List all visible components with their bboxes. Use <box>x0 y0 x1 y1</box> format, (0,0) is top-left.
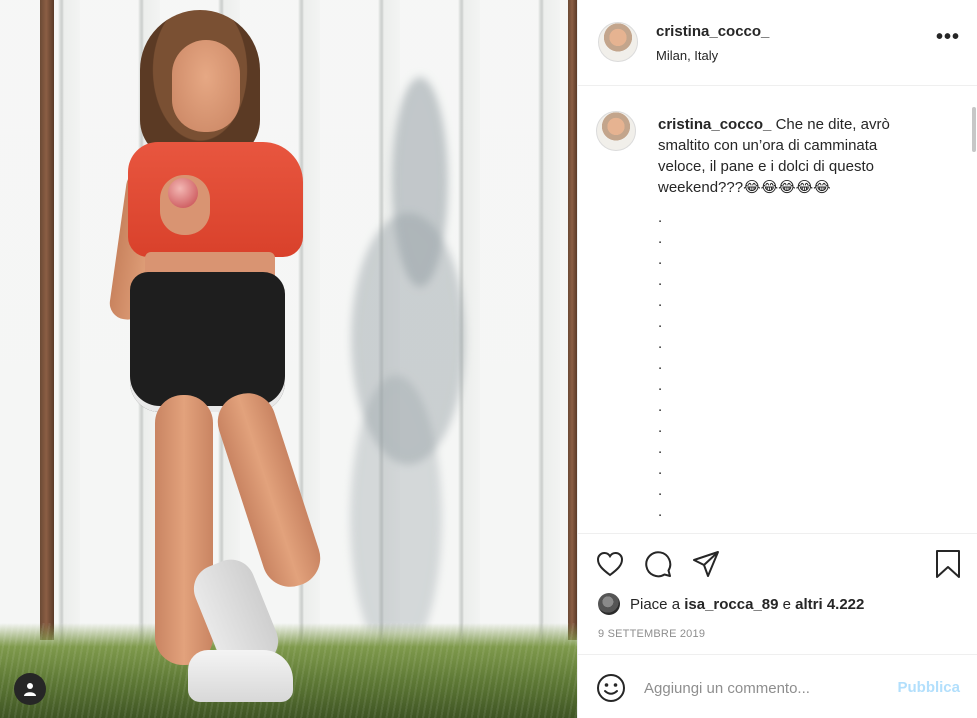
caption-username[interactable]: cristina_cocco_ <box>658 116 771 133</box>
caption-dot: . <box>658 440 663 457</box>
scrollbar[interactable] <box>972 87 976 532</box>
caption-dot: . <box>658 251 663 268</box>
post-side-panel: cristina_cocco_ Milan, Italy ••• cristin… <box>577 0 977 718</box>
caption: cristina_cocco_ Che ne dite, avrò smalti… <box>658 114 928 198</box>
user-icon <box>24 683 36 696</box>
likes-summary[interactable]: Piace a isa_rocca_89 e altri 4.222 <box>598 592 864 616</box>
emoji-button[interactable] <box>596 673 626 703</box>
woman-figure <box>100 0 380 718</box>
header-username[interactable]: cristina_cocco_ <box>656 23 769 40</box>
comment-composer: Pubblica <box>578 654 977 718</box>
caption-dot: . <box>658 419 663 436</box>
comment-button[interactable] <box>642 548 674 580</box>
caption-dot: . <box>658 461 663 478</box>
share-button[interactable] <box>690 548 722 580</box>
scrollbar-thumb[interactable] <box>972 107 976 152</box>
caption-dot: . <box>658 377 663 394</box>
face <box>172 40 240 132</box>
post-actions: Piace a isa_rocca_89 e altri 4.222 9 SET… <box>578 533 977 651</box>
location-link[interactable]: Milan, Italy <box>656 48 718 63</box>
caption-dot: . <box>658 522 662 532</box>
post-date[interactable]: 9 SETTEMBRE 2019 <box>598 628 705 640</box>
sneaker <box>188 650 293 702</box>
caption-dot: . <box>658 209 663 226</box>
caption-dots: . . . . . . . . . . . . . . . . <box>658 207 662 532</box>
more-options-icon[interactable]: ••• <box>936 27 960 47</box>
post-photo[interactable] <box>0 0 577 718</box>
liker-avatar[interactable] <box>598 593 620 615</box>
wooden-pole <box>568 0 577 640</box>
caption-dot: . <box>658 356 663 373</box>
apple <box>168 178 198 208</box>
post-header: cristina_cocco_ Milan, Italy ••• <box>578 0 977 86</box>
comment-input[interactable] <box>644 675 884 701</box>
likes-connector: e <box>782 595 791 613</box>
caption-dot: . <box>658 314 663 331</box>
like-button[interactable] <box>594 548 626 580</box>
comment-icon <box>645 551 672 578</box>
caption-avatar[interactable] <box>596 111 636 151</box>
red-top <box>128 142 303 257</box>
black-shorts <box>130 272 285 412</box>
likes-prefix: Piace a <box>630 595 681 613</box>
publish-button[interactable]: Pubblica <box>897 679 960 696</box>
caption-dot: . <box>658 272 663 289</box>
likes-others[interactable]: altri 4.222 <box>795 596 864 613</box>
caption-dot: . <box>658 335 663 352</box>
comments-area[interactable]: cristina_cocco_ Che ne dite, avrò smalti… <box>578 87 977 532</box>
tagged-users-button[interactable] <box>14 673 46 705</box>
heart-icon <box>596 551 624 577</box>
leg <box>155 395 213 665</box>
save-button[interactable] <box>932 548 964 580</box>
caption-dot: . <box>658 503 663 520</box>
share-icon <box>693 551 719 577</box>
caption-dot: . <box>658 230 663 247</box>
caption-dot: . <box>658 293 663 310</box>
smiley-icon <box>597 674 625 702</box>
caption-dot: . <box>658 482 663 499</box>
bookmark-icon <box>936 550 960 578</box>
caption-dot: . <box>658 398 663 415</box>
wooden-pole <box>40 0 54 640</box>
avatar[interactable] <box>598 22 638 62</box>
liker-username[interactable]: isa_rocca_89 <box>684 596 778 613</box>
